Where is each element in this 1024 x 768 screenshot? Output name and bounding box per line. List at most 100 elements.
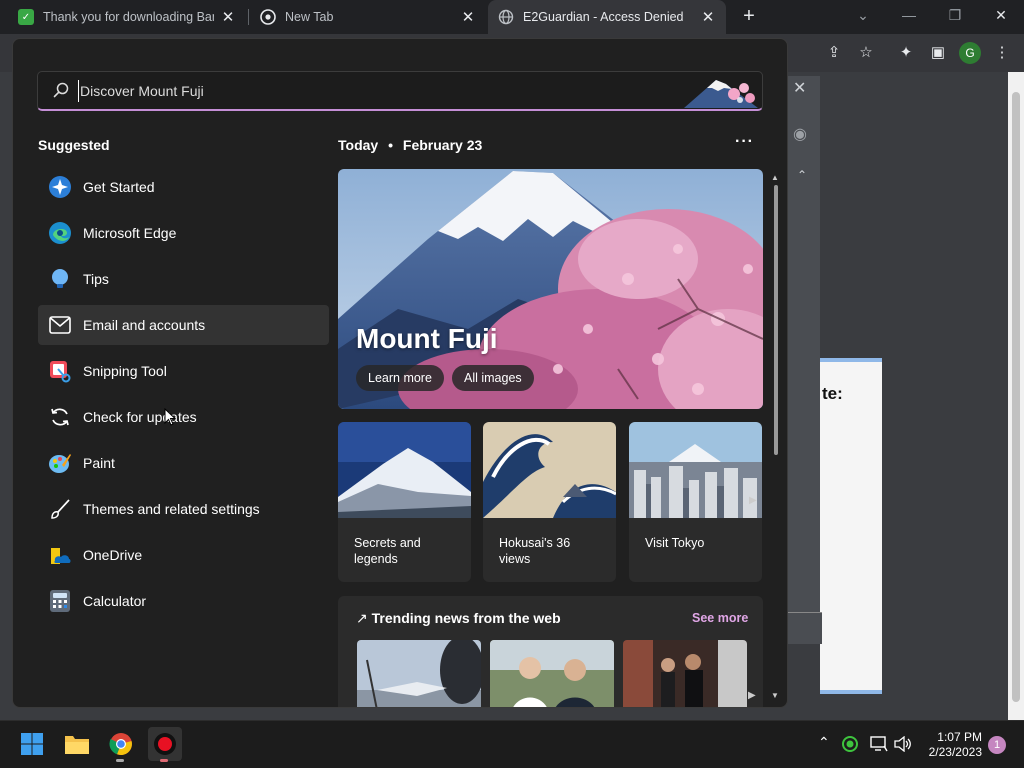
extensions-puzzle-icon[interactable]: ✦ [894, 41, 918, 65]
camera-icon[interactable]: ◉ [793, 124, 807, 144]
scroll-up-icon[interactable]: ▲ [771, 173, 779, 182]
paint-icon [47, 450, 73, 476]
learn-more-button[interactable]: Learn more [356, 365, 444, 391]
window-close-icon[interactable]: ✕ [978, 0, 1024, 34]
tab-e2guardian[interactable]: E2Guardian - Access Denied ✕ [488, 0, 726, 34]
bookmark-star-icon[interactable]: ☆ [854, 41, 878, 65]
today-label: Today [338, 137, 379, 153]
snipping-tool-icon [47, 358, 73, 384]
close-tab-icon[interactable]: ✕ [460, 8, 476, 26]
minimize-icon[interactable]: — [886, 0, 932, 34]
side-panel-icon[interactable]: ▣ [926, 41, 950, 65]
app-label: Paint [83, 455, 115, 471]
restore-icon[interactable]: ❐ [932, 0, 978, 34]
card-visit-tokyo[interactable]: Visit Tokyo [629, 422, 762, 582]
page-scrollbar[interactable] [1008, 72, 1024, 720]
page-scroll-thumb[interactable] [1012, 92, 1020, 702]
browser-menu-icon[interactable]: ⋮ [990, 41, 1014, 65]
great-wave-image [483, 422, 616, 518]
tips-icon [47, 266, 73, 292]
app-label: Microsoft Edge [83, 225, 177, 241]
tab-title: Thank you for downloading Band [43, 10, 214, 24]
tab-title: E2Guardian - Access Denied [523, 10, 684, 24]
trending-next-arrow-icon[interactable]: ▶ [748, 690, 756, 701]
app-label: Check for updates [83, 409, 197, 425]
fuji-snow-image [338, 422, 471, 518]
search-input[interactable] [78, 80, 638, 102]
close-tab-icon[interactable]: ✕ [220, 8, 236, 26]
close-tab-icon[interactable]: ✕ [700, 8, 716, 26]
profile-avatar[interactable]: G [959, 42, 981, 64]
app-snipping-tool[interactable]: Snipping Tool [38, 351, 329, 391]
card-label: Secrets and legends [354, 536, 421, 566]
tab-bandicam[interactable]: ✓ Thank you for downloading Band ✕ [8, 0, 246, 34]
cards-next-arrow-icon[interactable]: ▶ [749, 495, 757, 506]
bandicam-button[interactable] [148, 727, 182, 761]
start-menu-scroll-thumb[interactable] [774, 185, 778, 455]
refresh-icon [47, 404, 73, 430]
mouse-cursor-icon [164, 408, 176, 426]
chrome-icon [109, 733, 132, 756]
trending-arrow-icon: ↗ [356, 610, 368, 626]
folder-icon [65, 736, 89, 754]
trending-news-section: ↗ Trending news from the web See more ▶ [338, 596, 763, 707]
network-icon[interactable] [870, 736, 888, 755]
show-hidden-icons-chevron-icon[interactable]: ⌃ [818, 734, 830, 751]
app-label: Email and accounts [83, 317, 206, 333]
news-item[interactable] [490, 640, 614, 707]
scroll-down-icon[interactable]: ▼ [771, 691, 779, 700]
all-images-button[interactable]: All images [452, 365, 534, 391]
recording-status-icon[interactable] [842, 736, 858, 755]
card-hokusai-36-views[interactable]: Hokusai's 36 views [483, 422, 616, 582]
chrome-favicon-icon [260, 9, 276, 25]
start-menu-scrollbar[interactable]: ▲ ▼ [771, 173, 781, 703]
app-themes-and-related-settings[interactable]: Themes and related settings [38, 489, 329, 529]
windows-start-button[interactable] [15, 727, 49, 761]
bandicam-favicon-icon: ✓ [18, 9, 34, 25]
volume-icon[interactable] [894, 735, 912, 755]
app-label: Get Started [83, 179, 155, 195]
app-microsoft-edge[interactable]: Microsoft Edge [38, 213, 329, 253]
calculator-icon [47, 588, 73, 614]
file-explorer-button[interactable] [60, 727, 94, 761]
clock[interactable]: 1:07 PM 2/23/2023 [918, 730, 982, 760]
trending-title: Trending news from the web [371, 610, 561, 626]
news-people-image [490, 640, 614, 707]
date-separator-dot: • [388, 137, 393, 153]
start-menu: Suggested Get Started Microsoft Edge Tip… [12, 38, 788, 708]
tab-divider [248, 9, 249, 25]
date-label: February 23 [402, 137, 483, 153]
app-check-for-updates[interactable]: Check for updates [38, 397, 329, 437]
new-tab-button[interactable]: + [738, 6, 760, 28]
tab-new-tab[interactable]: New Tab ✕ [250, 0, 486, 34]
share-icon[interactable]: ⇪ [822, 41, 846, 65]
page-dialog-panel [788, 76, 820, 612]
app-onedrive[interactable]: OneDrive [38, 535, 329, 575]
app-calculator[interactable]: Calculator [38, 581, 329, 621]
app-get-started[interactable]: Get Started [38, 167, 329, 207]
app-email-and-accounts[interactable]: Email and accounts [38, 305, 329, 345]
see-more-link[interactable]: See more [692, 611, 748, 625]
news-item[interactable] [357, 640, 481, 707]
mount-fuji-search-art-icon [684, 80, 758, 108]
more-options-icon[interactable]: ··· [735, 133, 754, 151]
page-box [820, 358, 882, 694]
notification-badge[interactable]: 1 [988, 736, 1006, 754]
hero-card-mount-fuji[interactable]: Mount Fuji Learn more All images [338, 169, 763, 409]
chrome-button[interactable] [104, 727, 138, 761]
page-close-icon[interactable]: ✕ [793, 78, 806, 98]
chevron-up-icon[interactable]: ⌃ [792, 168, 812, 188]
page-box-footer [788, 612, 822, 644]
get-started-icon [47, 174, 73, 200]
card-secrets-and-legends[interactable]: Secrets and legends [338, 422, 471, 582]
app-paint[interactable]: Paint [38, 443, 329, 483]
clock-time: 1:07 PM [937, 730, 982, 744]
onedrive-icon [47, 542, 73, 568]
app-tips[interactable]: Tips [38, 259, 329, 299]
tab-search-chevron-icon[interactable]: ⌄ [840, 0, 886, 34]
news-street-image [623, 640, 747, 707]
trending-heading: ↗ Trending news from the web [356, 610, 561, 627]
news-item[interactable] [623, 640, 747, 707]
search-box[interactable] [37, 71, 763, 111]
feed-date-heading: Today • February 23 [338, 137, 482, 153]
